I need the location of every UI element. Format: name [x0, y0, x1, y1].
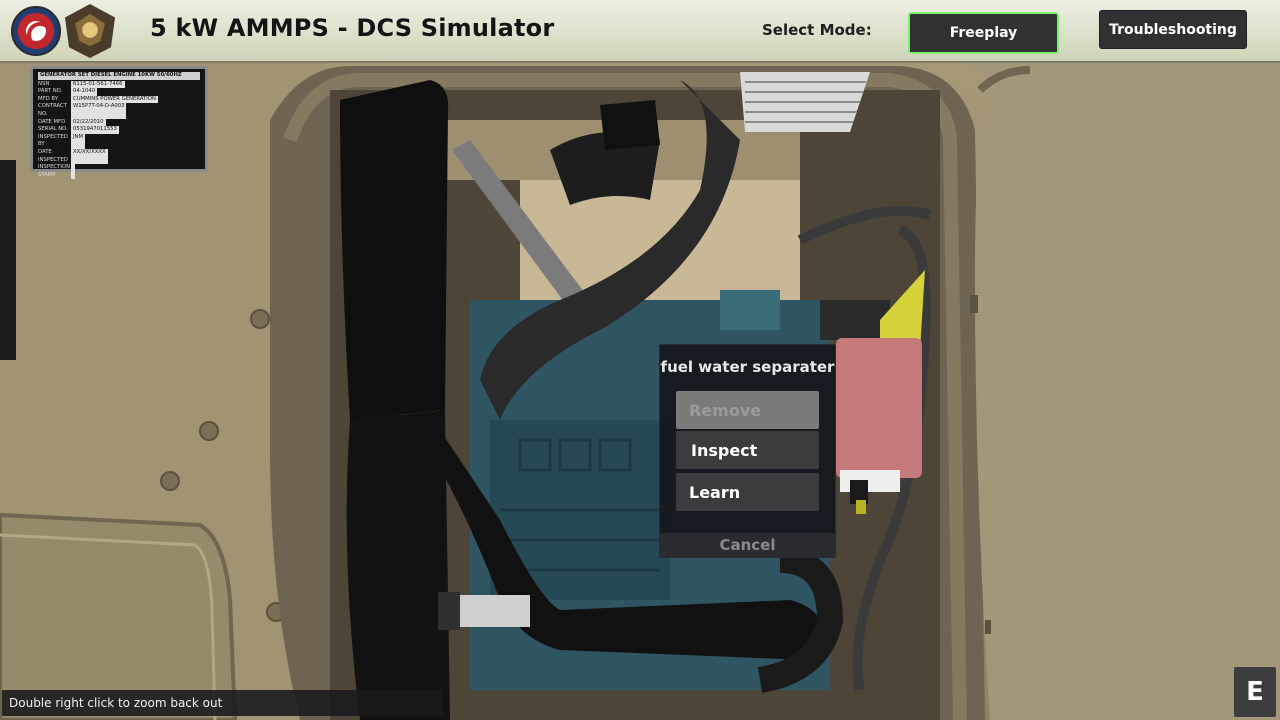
nameplate-row: SERIAL NO. 0531947011553	[38, 126, 200, 134]
nameplate-key: PART NO.	[38, 88, 63, 95]
nameplate-row: DATE MFD 02/22/2010	[38, 118, 200, 127]
nameplate-title: GENERATOR SET DIESEL ENGINE 10KW 50/60HZ	[38, 72, 200, 80]
inspect-button[interactable]: Inspect	[676, 431, 819, 469]
top-bar: 5 kW AMMPS - DCS Simulator Select Mode: …	[0, 0, 1280, 63]
nameplate-key: INSPECTED BY	[38, 133, 68, 148]
nameplate-value: XX/XX/XXXX	[71, 148, 108, 165]
nameplate-value: 6115-01-561-7466	[71, 80, 125, 89]
context-menu-title: fuel water separater	[660, 358, 835, 376]
nameplate-value: W15P7T-04-D-A003	[71, 103, 127, 119]
nameplate-value: 04-1040	[71, 88, 98, 96]
hint-bar: Double right click to zoom back out	[2, 690, 443, 716]
nameplate-key: INSPECTION STAMP	[38, 164, 71, 178]
learn-button[interactable]: Learn	[676, 473, 819, 511]
nameplate-row: INSPECTION STAMP	[38, 164, 200, 180]
vent-grill	[740, 72, 870, 132]
army-logo-icon	[11, 6, 61, 56]
select-mode-label: Select Mode:	[762, 21, 872, 39]
troubleshooting-button[interactable]: Troubleshooting	[1099, 10, 1247, 49]
nameplate-value	[71, 164, 75, 180]
e-key-button[interactable]: E	[1234, 667, 1276, 717]
remove-button[interactable]: Remove	[676, 391, 819, 429]
nameplate-row: DATE INSPECTED XX/XX/XXXX	[38, 148, 200, 165]
nameplate-key: MFD BY	[38, 95, 58, 102]
nameplate-key: CONTRACT NO.	[38, 103, 67, 117]
generator-nameplate: GENERATOR SET DIESEL ENGINE 10KW 50/60HZ…	[30, 66, 208, 180]
nameplate-value: 02/22/2010	[71, 118, 106, 127]
nameplate-key: DATE MFD	[38, 118, 66, 125]
freeplay-button[interactable]: Freeplay	[908, 12, 1059, 54]
cancel-button[interactable]: Cancel	[660, 533, 835, 558]
app-title: 5 kW AMMPS - DCS Simulator	[150, 14, 555, 42]
nameplate-row: INSPECTED BY JNM	[38, 133, 200, 149]
nameplate-key: SERIAL NO.	[38, 126, 68, 133]
nameplate-key: NSN	[38, 80, 50, 87]
nameplate-value: CUMMINS POWER GENERATION	[71, 95, 158, 104]
nameplate-row: MFD BY CUMMINS POWER GENERATION	[38, 95, 200, 104]
nameplate-row: PART NO. 04-1040	[38, 88, 200, 96]
nameplate-row: CONTRACT NO. W15P7T-04-D-A003	[38, 103, 200, 119]
crest-logo-icon	[65, 4, 115, 58]
nameplate-value: 0531947011553	[71, 126, 119, 134]
nameplate-row: NSN 6115-01-561-7466	[38, 80, 200, 89]
nameplate-value: JNM	[71, 133, 86, 149]
nameplate-key: DATE INSPECTED	[38, 148, 68, 163]
component-context-menu: fuel water separater Remove Inspect Lear…	[659, 344, 836, 558]
